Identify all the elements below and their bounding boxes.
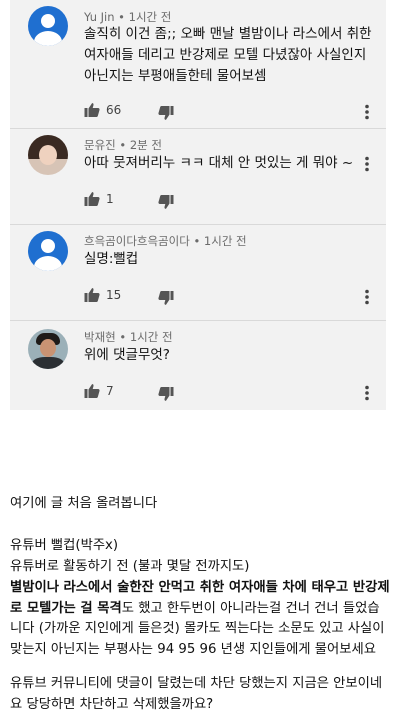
post-line: 유튜버 뻘컵(박주x): [10, 538, 119, 553]
thumbs-up-icon[interactable]: [84, 287, 100, 303]
more-options-icon[interactable]: [364, 104, 370, 120]
profile-photo-avatar[interactable]: [28, 135, 68, 175]
thumbs-up-icon[interactable]: [84, 191, 100, 207]
comment-meta: Yu Jin • 1시간 전: [84, 9, 171, 25]
comment-item: 흐윽곰이다흐윽곰이다 • 1시간 전 실명:뻘컵 15: [10, 225, 386, 320]
comment-author[interactable]: Yu Jin: [84, 10, 115, 24]
like-count: 15: [106, 288, 122, 302]
meta-separator: •: [115, 330, 130, 344]
comment-meta: 박재현 • 1시간 전: [84, 329, 173, 345]
comment-author[interactable]: 문유진: [84, 138, 116, 152]
more-options-icon[interactable]: [364, 156, 370, 172]
more-options-icon[interactable]: [364, 289, 370, 305]
profile-photo-avatar[interactable]: [28, 329, 68, 369]
comment-text: 솔직히 이건 좀;; 오빠 맨날 별밤이나 라스에서 취한 여자애들 데리고 반…: [84, 26, 372, 84]
comment-text: 아따 뭇져버리누 ㅋㅋ 대체 안 멋있는 게 뭐야 ~: [84, 155, 354, 171]
thumbs-down-icon[interactable]: [158, 290, 174, 306]
comment-text: 위에 댓글무엇?: [84, 347, 170, 363]
post-closing: 유튜브 커뮤니티에 댓글이 달렸는데 차단 당했는지 지금은 안보이네요 당당하…: [10, 676, 383, 712]
comment-author[interactable]: 흐윽곰이다흐윽곰이다: [84, 234, 190, 248]
comment-meta: 흐윽곰이다흐윽곰이다 • 1시간 전: [84, 233, 247, 249]
comment-item: 박재현 • 1시간 전 위에 댓글무엇? 7: [10, 321, 386, 410]
meta-separator: •: [115, 138, 130, 152]
more-options-icon[interactable]: [364, 385, 370, 401]
comment-author[interactable]: 박재현: [84, 330, 116, 344]
comment-item: Yu Jin • 1시간 전 솔직히 이건 좀;; 오빠 맨날 별밤이나 라스에…: [10, 0, 386, 128]
like-count: 7: [106, 384, 114, 398]
thumbs-up-icon[interactable]: [84, 383, 100, 399]
comment-meta: 문유진 • 2분 전: [84, 137, 162, 153]
thumbs-up-icon[interactable]: [84, 102, 100, 118]
comment-section: Yu Jin • 1시간 전 솔직히 이건 좀;; 오빠 맨날 별밤이나 라스에…: [10, 0, 386, 410]
comment-item: 문유진 • 2분 전 아따 뭇져버리누 ㅋㅋ 대체 안 멋있는 게 뭐야 ~ 1: [10, 129, 386, 224]
comment-time[interactable]: 2분 전: [130, 138, 162, 152]
meta-separator: •: [189, 234, 204, 248]
thumbs-down-icon[interactable]: [158, 105, 174, 121]
comment-time[interactable]: 1시간 전: [130, 330, 173, 344]
post-paragraph: 별밤이나 라스에서 술한잔 안먹고 취한 여자애들 차에 태우고 반강제로 모텔…: [10, 578, 390, 660]
default-avatar-icon[interactable]: [28, 231, 68, 271]
post-intro: 여기에 글 처음 올려봅니다: [10, 496, 158, 511]
comment-text: 실명:뻘컵: [84, 251, 139, 267]
like-count: 1: [106, 192, 114, 206]
comment-time[interactable]: 1시간 전: [129, 10, 172, 24]
post-line: 유튜버로 활동하기 전 (불과 몇달 전까지도): [10, 559, 250, 574]
thumbs-down-icon[interactable]: [158, 386, 174, 402]
default-avatar-icon[interactable]: [28, 6, 68, 46]
thumbs-down-icon[interactable]: [158, 194, 174, 210]
meta-separator: •: [114, 10, 129, 24]
like-count: 66: [106, 103, 122, 117]
comment-time[interactable]: 1시간 전: [204, 234, 247, 248]
